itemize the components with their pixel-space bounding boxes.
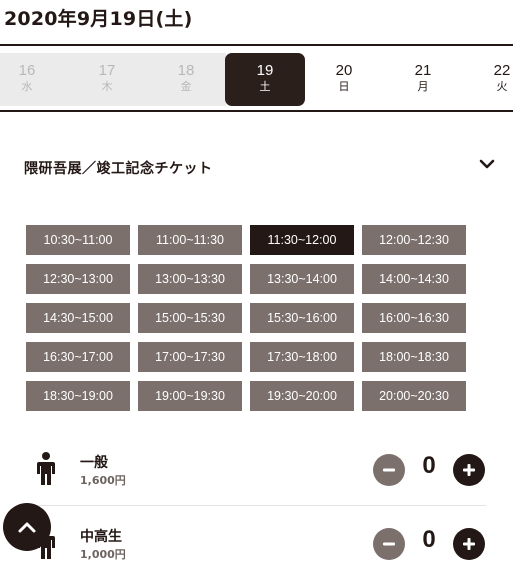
time-slot-button[interactable]: 12:30~13:00 bbox=[26, 264, 130, 294]
increase-quantity-button[interactable] bbox=[453, 454, 485, 486]
quantity-value: 0 bbox=[422, 526, 436, 553]
date-weekday: 金 bbox=[180, 80, 192, 93]
time-slot-button[interactable]: 11:30~12:00 bbox=[250, 225, 354, 255]
date-weekday: 月 bbox=[417, 80, 429, 93]
date-weekday: 土 bbox=[259, 80, 271, 93]
page-title: 2020年9月19日(土) bbox=[4, 8, 193, 30]
time-slot-button[interactable]: 20:00~20:30 bbox=[362, 381, 466, 411]
time-slot-button[interactable]: 15:30~16:00 bbox=[250, 303, 354, 333]
time-slot-button[interactable]: 14:00~14:30 bbox=[362, 264, 466, 294]
time-slot-button[interactable]: 14:30~15:00 bbox=[26, 303, 130, 333]
date-number: 18 bbox=[177, 62, 195, 79]
date-number: 16 bbox=[18, 62, 36, 79]
ticket-row-general: 一般 1,600円 0 bbox=[24, 434, 486, 506]
time-slot-button[interactable]: 12:00~12:30 bbox=[362, 225, 466, 255]
date-item-18: 18 金 bbox=[146, 53, 226, 106]
date-item-20[interactable]: 20 日 bbox=[304, 53, 384, 106]
time-slot-button[interactable]: 10:30~11:00 bbox=[26, 225, 130, 255]
time-slot-button[interactable]: 16:00~16:30 bbox=[362, 303, 466, 333]
time-slot-button[interactable]: 19:00~19:30 bbox=[138, 381, 242, 411]
date-item-21[interactable]: 21 月 bbox=[383, 53, 463, 106]
ticket-type-name: 中高生 bbox=[80, 529, 122, 545]
decrease-quantity-button[interactable] bbox=[373, 454, 405, 486]
chevron-down-icon[interactable] bbox=[478, 155, 496, 173]
ticket-row-student: 中高生 1,000円 0 bbox=[24, 508, 486, 569]
date-number: 17 bbox=[98, 62, 116, 79]
ticket-title[interactable]: 隈研吾展／竣工記念チケット bbox=[24, 158, 213, 178]
time-slot-button[interactable]: 13:30~14:00 bbox=[250, 264, 354, 294]
chevron-up-icon bbox=[18, 522, 36, 533]
increase-quantity-button[interactable] bbox=[453, 528, 485, 560]
ticket-type-price: 1,600円 bbox=[80, 474, 126, 487]
scroll-to-top-button[interactable] bbox=[3, 503, 51, 551]
time-slot-button[interactable]: 15:00~15:30 bbox=[138, 303, 242, 333]
time-slot-button[interactable]: 19:30~20:00 bbox=[250, 381, 354, 411]
quantity-value: 0 bbox=[422, 452, 436, 479]
date-item-17: 17 木 bbox=[67, 53, 147, 106]
date-weekday: 日 bbox=[338, 80, 350, 93]
time-slot-button[interactable]: 17:30~18:00 bbox=[250, 342, 354, 372]
decrease-quantity-button[interactable] bbox=[373, 528, 405, 560]
time-slot-button[interactable]: 18:00~18:30 bbox=[362, 342, 466, 372]
time-slot-button[interactable]: 17:00~17:30 bbox=[138, 342, 242, 372]
date-selector: 16 水 17 木 18 金 19 土 20 日 21 月 22 火 bbox=[0, 44, 513, 112]
date-item-19[interactable]: 19 土 bbox=[225, 53, 305, 106]
person-icon bbox=[36, 452, 56, 486]
ticket-type-price: 1,000円 bbox=[80, 548, 126, 561]
time-slot-button[interactable]: 16:30~17:00 bbox=[26, 342, 130, 372]
date-weekday: 火 bbox=[496, 80, 508, 93]
time-slot-button[interactable]: 11:00~11:30 bbox=[138, 225, 242, 255]
time-slot-button[interactable]: 13:00~13:30 bbox=[138, 264, 242, 294]
time-slot-button[interactable]: 18:30~19:00 bbox=[26, 381, 130, 411]
date-item-16: 16 水 bbox=[0, 53, 67, 106]
date-number: 19 bbox=[256, 62, 274, 79]
date-weekday: 木 bbox=[101, 80, 113, 93]
date-number: 22 bbox=[493, 62, 511, 79]
date-weekday: 水 bbox=[21, 80, 33, 93]
date-item-22[interactable]: 22 火 bbox=[462, 53, 513, 106]
ticket-type-name: 一般 bbox=[80, 455, 108, 471]
date-number: 20 bbox=[335, 62, 353, 79]
date-number: 21 bbox=[414, 62, 432, 79]
